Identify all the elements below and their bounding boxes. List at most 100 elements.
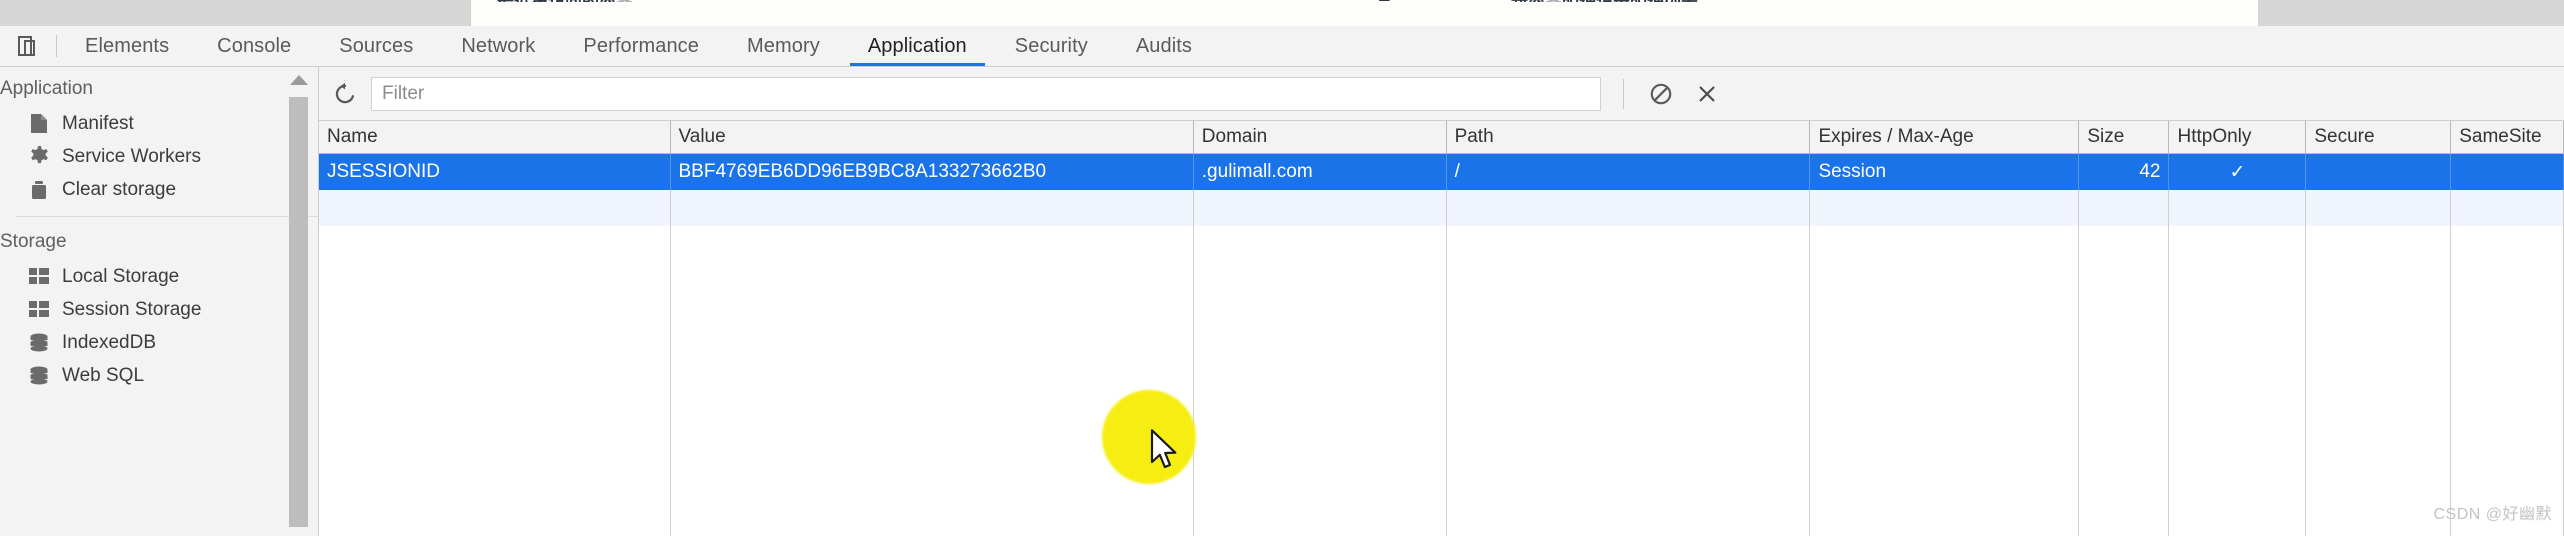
sidebar-item-manifest[interactable]: Manifest: [26, 107, 318, 140]
table-row-empty[interactable]: [319, 334, 2564, 370]
cell-empty: [319, 298, 671, 334]
sidebar-section-storage: Storage: [0, 231, 67, 252]
cookies-toolbar: [319, 67, 2564, 121]
table-row-empty[interactable]: [319, 298, 2564, 334]
cell-empty: [2305, 406, 2452, 442]
cell-empty: [1193, 298, 1447, 334]
column-header-name[interactable]: Name: [319, 121, 671, 154]
cell-empty: [1809, 226, 2080, 262]
cell-empty: [1809, 514, 2080, 536]
cell-empty: [1193, 442, 1447, 478]
cookies-table: Name Value Domain Path Expires / Max-Age…: [319, 121, 2564, 536]
filter-input[interactable]: [371, 76, 1601, 111]
table-grid-icon: [26, 266, 52, 288]
devtools-tabbar: Elements Console Sources Network Perform…: [0, 26, 2564, 67]
close-x-icon[interactable]: [1684, 67, 1730, 120]
cell-empty: [1446, 442, 1811, 478]
sidebar-item-web-sql[interactable]: Web SQL: [26, 359, 318, 392]
table-row-empty[interactable]: [319, 370, 2564, 406]
cookies-main-panel: Name Value Domain Path Expires / Max-Age…: [319, 67, 2564, 536]
tab-performance[interactable]: Performance: [559, 26, 723, 66]
cell-empty: [2305, 262, 2452, 298]
tab-network[interactable]: Network: [437, 26, 559, 66]
sidebar-item-service-workers[interactable]: Service Workers: [26, 140, 318, 173]
cell-empty: [2305, 442, 2452, 478]
scrollbar-thumb[interactable]: [289, 97, 308, 527]
cell-empty: [1809, 442, 2080, 478]
cell-empty: [2450, 262, 2564, 298]
cell-empty: [1193, 334, 1447, 370]
column-header-httponly[interactable]: HttpOnly: [2168, 121, 2307, 154]
cell-empty: [2168, 478, 2307, 514]
cell-httponly[interactable]: ✓: [2168, 153, 2307, 190]
cell-empty: [2078, 478, 2170, 514]
tab-memory[interactable]: Memory: [723, 26, 844, 66]
column-header-secure[interactable]: Secure: [2305, 121, 2452, 154]
block-clear-icon[interactable]: [1638, 67, 1684, 120]
dock-panel-icon[interactable]: [0, 26, 56, 66]
sidebar-item-indexeddb[interactable]: IndexedDB: [26, 326, 318, 359]
cell-empty: [670, 190, 1194, 226]
cell-path[interactable]: /: [1446, 153, 1811, 190]
table-header-row: Name Value Domain Path Expires / Max-Age…: [319, 121, 2564, 154]
sidebar-scrollbar[interactable]: [287, 67, 309, 536]
tab-security[interactable]: Security: [991, 26, 1112, 66]
cell-empty: [1809, 478, 2080, 514]
page-sheet: 最近被访问的商品 三 新商品明细记录明细列表: [470, 0, 2260, 26]
sidebar-item-session-storage[interactable]: Session Storage: [26, 293, 318, 326]
refresh-icon[interactable]: [319, 67, 371, 120]
column-header-size[interactable]: Size: [2078, 121, 2170, 154]
devtools-body: Application Manifest Service Workers Cle…: [0, 67, 2564, 536]
table-row-empty[interactable]: [319, 262, 2564, 298]
column-header-value[interactable]: Value: [670, 121, 1194, 154]
cell-value[interactable]: BBF4769EB6DD96EB9BC8A133273662B0: [670, 153, 1194, 190]
column-header-path[interactable]: Path: [1446, 121, 1811, 154]
cell-empty: [2168, 514, 2307, 536]
cell-empty: [670, 370, 1194, 406]
cell-empty: [670, 334, 1194, 370]
cell-empty: [1809, 370, 2080, 406]
cell-size[interactable]: 42: [2078, 153, 2170, 190]
cell-empty: [2305, 298, 2452, 334]
column-header-expires[interactable]: Expires / Max-Age: [1809, 121, 2080, 154]
cell-empty: [319, 442, 671, 478]
cell-name[interactable]: JSESSIONID: [319, 153, 671, 190]
table-row-empty[interactable]: [319, 226, 2564, 262]
tab-application[interactable]: Application: [844, 26, 991, 66]
table-row-empty[interactable]: [319, 478, 2564, 514]
tab-sources[interactable]: Sources: [315, 26, 437, 66]
cell-empty: [2078, 298, 2170, 334]
devtools-tabs: Elements Console Sources Network Perform…: [61, 26, 1216, 66]
tab-console[interactable]: Console: [193, 26, 315, 66]
table-row[interactable]: JSESSIONID BBF4769EB6DD96EB9BC8A13327366…: [319, 153, 2564, 190]
page-content-strip: 最近被访问的商品 三 新商品明细记录明细列表: [0, 0, 2564, 26]
table-row-empty[interactable]: [319, 514, 2564, 536]
cell-empty: [2305, 370, 2452, 406]
cell-empty: [2168, 262, 2307, 298]
table-row-empty[interactable]: [319, 406, 2564, 442]
sidebar-item-clear-storage[interactable]: Clear storage: [26, 173, 318, 206]
table-row-empty[interactable]: [319, 442, 2564, 478]
clipped-heading-right: 新商品明细记录明细列表: [1511, 0, 2211, 2]
cell-secure[interactable]: [2305, 153, 2452, 190]
column-header-domain[interactable]: Domain: [1193, 121, 1447, 154]
tab-elements[interactable]: Elements: [61, 26, 193, 66]
cell-samesite[interactable]: [2450, 153, 2564, 190]
cell-empty: [2078, 262, 2170, 298]
cell-domain[interactable]: .gulimall.com: [1193, 153, 1447, 190]
cell-expires[interactable]: Session: [1809, 153, 2080, 190]
cell-empty: [1446, 406, 1811, 442]
tab-audits[interactable]: Audits: [1112, 26, 1216, 66]
scroll-up-arrow-icon[interactable]: [290, 75, 308, 85]
table-row-empty[interactable]: [319, 190, 2564, 226]
column-header-samesite[interactable]: SameSite: [2450, 121, 2564, 154]
cell-empty: [670, 226, 1194, 262]
sidebar-item-local-storage[interactable]: Local Storage: [26, 260, 318, 293]
database-icon: [26, 332, 52, 354]
page-gutter-left: [0, 0, 470, 26]
cell-empty: [1446, 262, 1811, 298]
database-icon: [26, 365, 52, 387]
watermark: CSDN @好幽默: [2433, 506, 2552, 523]
cookies-table-container[interactable]: Name Value Domain Path Expires / Max-Age…: [319, 121, 2564, 536]
cell-empty: [2450, 226, 2564, 262]
